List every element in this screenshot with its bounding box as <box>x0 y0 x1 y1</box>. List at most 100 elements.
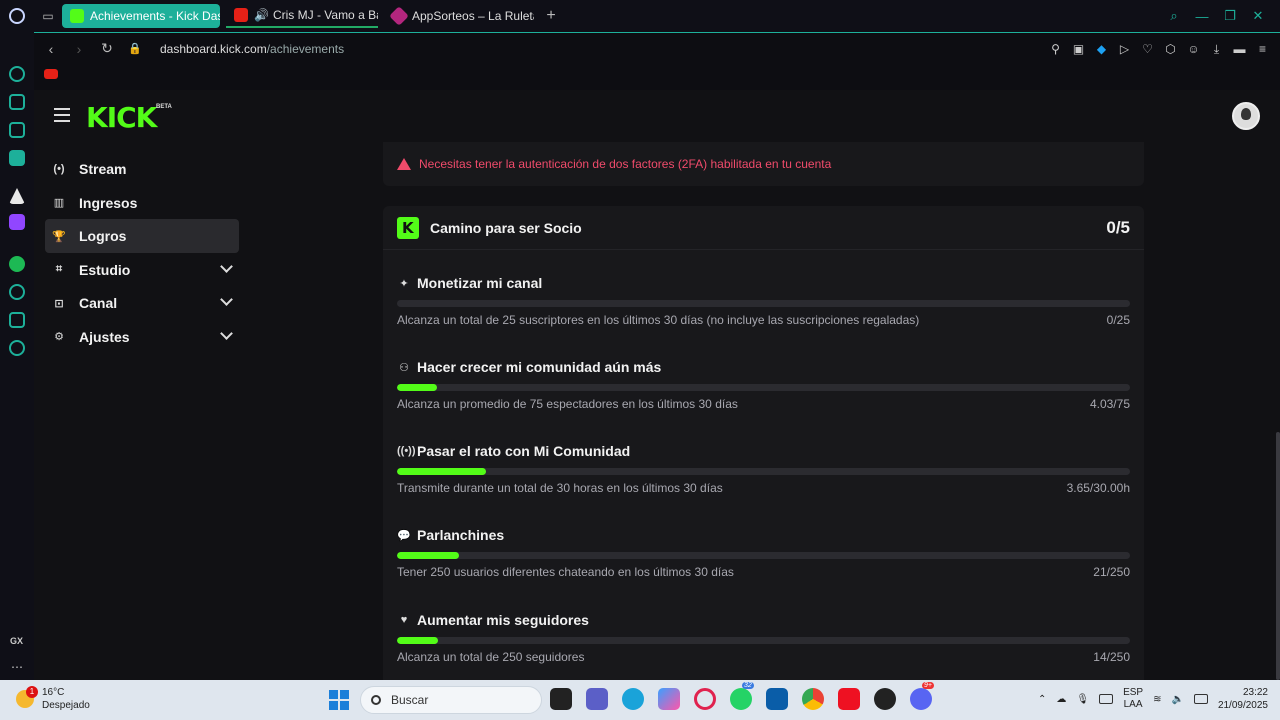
progress-fill <box>397 637 439 644</box>
stream-icon: (•) <box>53 163 65 175</box>
heart-icon: ♥ <box>400 614 408 626</box>
teams-icon[interactable] <box>586 688 608 710</box>
opera-gx-logo-icon[interactable] <box>0 0 34 32</box>
gx-label-icon[interactable]: GX <box>10 636 23 646</box>
close-button[interactable]: ✕ <box>1246 8 1270 24</box>
url-field[interactable]: dashboard.kick.com/achievements <box>160 42 344 56</box>
broadcast-icon: ((•)) <box>397 445 416 457</box>
maximize-button[interactable]: ❐ <box>1218 8 1242 24</box>
battery-tray-icon[interactable] <box>1193 694 1208 704</box>
store-icon[interactable] <box>766 688 788 710</box>
more-icon[interactable]: ⋯ <box>11 660 23 674</box>
gx-control-icon[interactable] <box>9 94 25 110</box>
progress-fill <box>397 384 437 391</box>
goal-description: Alcanza un total de 250 seguidores <box>397 650 585 664</box>
tab-appsorteos[interactable]: AppSorteos – La Ruleta de <box>384 4 534 28</box>
avatar[interactable] <box>1232 102 1260 130</box>
discord-icon[interactable]: 9+ <box>910 682 934 710</box>
taskbar-search[interactable]: Buscar <box>360 686 542 714</box>
spotify-icon[interactable] <box>9 256 25 272</box>
progress-bar <box>397 300 1130 307</box>
profile-icon[interactable]: ☺ <box>1186 42 1201 56</box>
back-button[interactable]: ‹ <box>40 41 62 57</box>
nav-item-estudio[interactable]: ⌗ Estudio <box>45 253 239 287</box>
opera-gx-taskbar-icon[interactable] <box>694 688 716 710</box>
chevron-down-icon[interactable] <box>220 326 233 340</box>
wifi-icon[interactable]: ≋ <box>1153 694 1161 705</box>
chevron-down-icon[interactable] <box>220 293 233 306</box>
gx-corner-icon[interactable] <box>9 122 25 138</box>
heart-icon[interactable]: ♡ <box>1140 42 1155 56</box>
extensions-icon[interactable]: ⬡ <box>1163 42 1178 56</box>
arrow-icon[interactable] <box>9 188 25 204</box>
gear-icon: ⚙ <box>54 331 64 343</box>
weather-widget[interactable]: 1 16°C Despejado <box>16 686 90 712</box>
sparkle-icon: ✦ <box>399 277 409 290</box>
search-tabs-icon[interactable]: ⌕ <box>1162 8 1186 24</box>
copilot-icon[interactable] <box>658 688 680 710</box>
mic-icon[interactable]: 🎙 <box>1076 694 1089 705</box>
tab-kick-achievements[interactable]: Achievements - Kick Dashboard <box>62 4 220 28</box>
whatsapp-icon[interactable]: 32 <box>730 682 754 710</box>
volume-icon[interactable]: 🔈 <box>1171 694 1183 705</box>
bookmarks-bar <box>34 64 1280 86</box>
beta-badge: BETA <box>156 104 172 110</box>
chevron-up-icon[interactable]: ⌃ <box>1038 694 1046 705</box>
settings-sidebar-icon[interactable] <box>9 340 25 356</box>
clock[interactable]: 23:22 21/09/2025 <box>1218 686 1268 712</box>
browser-tab-bar: ▭ Achievements - Kick Dashboard 🔊 Cris M… <box>0 0 1280 32</box>
windows-start-icon[interactable] <box>329 690 349 710</box>
menu-icon[interactable]: ≡ <box>1255 42 1270 56</box>
workspaces-icon[interactable]: ▭ <box>34 0 62 32</box>
kick-header: KICK BETA <box>34 90 1280 142</box>
kick-logo[interactable]: KICK <box>86 101 157 134</box>
hamburger-menu-icon[interactable] <box>54 108 70 122</box>
ai-icon[interactable] <box>9 66 25 82</box>
edge-icon[interactable] <box>622 688 644 710</box>
play-icon[interactable]: ▷ <box>1117 42 1132 56</box>
download-icon[interactable]: ⤓ <box>1209 42 1224 57</box>
twitch-icon[interactable] <box>9 214 25 230</box>
nav-item-stream[interactable]: (•) Stream <box>45 152 239 186</box>
progress-bar <box>397 552 1130 559</box>
reload-button[interactable]: ↻ <box>96 40 118 57</box>
history-icon[interactable] <box>9 284 25 300</box>
chevron-down-icon[interactable] <box>220 259 233 273</box>
minimize-button[interactable]: — <box>1190 9 1214 24</box>
onedrive-icon[interactable]: ☁ <box>1056 694 1066 705</box>
dashboard-nav: (•) Stream ▥ Ingresos 🏆 Logros ⌗ Estudio… <box>45 152 239 353</box>
chrome-icon[interactable] <box>802 688 824 710</box>
task-view-icon[interactable] <box>550 688 572 710</box>
kick-favicon-icon <box>70 9 84 23</box>
extensions-sidebar-icon[interactable] <box>9 312 25 328</box>
nav-item-logros[interactable]: 🏆 Logros <box>45 219 239 253</box>
nav-item-canal[interactable]: ⊡ Canal <box>45 286 239 320</box>
progress-bar <box>397 637 1130 644</box>
snapshot-icon[interactable]: ▣ <box>1071 42 1086 56</box>
goal-value: 4.03/75 <box>1089 397 1130 411</box>
pin-icon[interactable]: ⚲ <box>1048 42 1063 56</box>
income-icon: ▥ <box>53 197 65 209</box>
obs-icon[interactable] <box>874 688 896 710</box>
nav-item-ingresos[interactable]: ▥ Ingresos <box>45 186 239 220</box>
nav-item-ajustes[interactable]: ⚙ Ajustes <box>45 320 239 354</box>
forward-button[interactable]: › <box>68 41 90 57</box>
youtube-favicon-icon <box>234 8 248 22</box>
goal-value: 14/250 <box>1093 650 1130 664</box>
page-scrollbar[interactable] <box>1276 432 1280 680</box>
keyboard-icon[interactable] <box>1099 694 1114 704</box>
messenger-icon[interactable] <box>9 150 25 166</box>
new-tab-button[interactable]: + <box>540 7 562 25</box>
battery-icon[interactable]: ▬ <box>1232 42 1247 56</box>
goal-hang-out: ((•)) Pasar el rato con Mi Comunidad Tran… <box>397 443 1130 495</box>
adblock-shield-icon[interactable]: ◆ <box>1094 42 1109 56</box>
youtube-bookmark-icon[interactable] <box>44 69 58 79</box>
sun-icon: 1 <box>16 686 38 708</box>
goal-description: Alcanza un total de 25 suscriptores en l… <box>397 313 920 327</box>
tab-youtube[interactable]: 🔊 Cris MJ - Vamo a Bailar <box>226 4 378 28</box>
wps-icon[interactable] <box>838 688 860 710</box>
card-title: Camino para ser Socio <box>430 219 582 236</box>
language-indicator[interactable]: ESP LAA <box>1123 687 1143 711</box>
alert-text: Necesitas tener la autenticación de dos … <box>419 157 832 171</box>
goal-followers: ♥ Aumentar mis seguidores Alcanza un tota… <box>397 612 1130 664</box>
